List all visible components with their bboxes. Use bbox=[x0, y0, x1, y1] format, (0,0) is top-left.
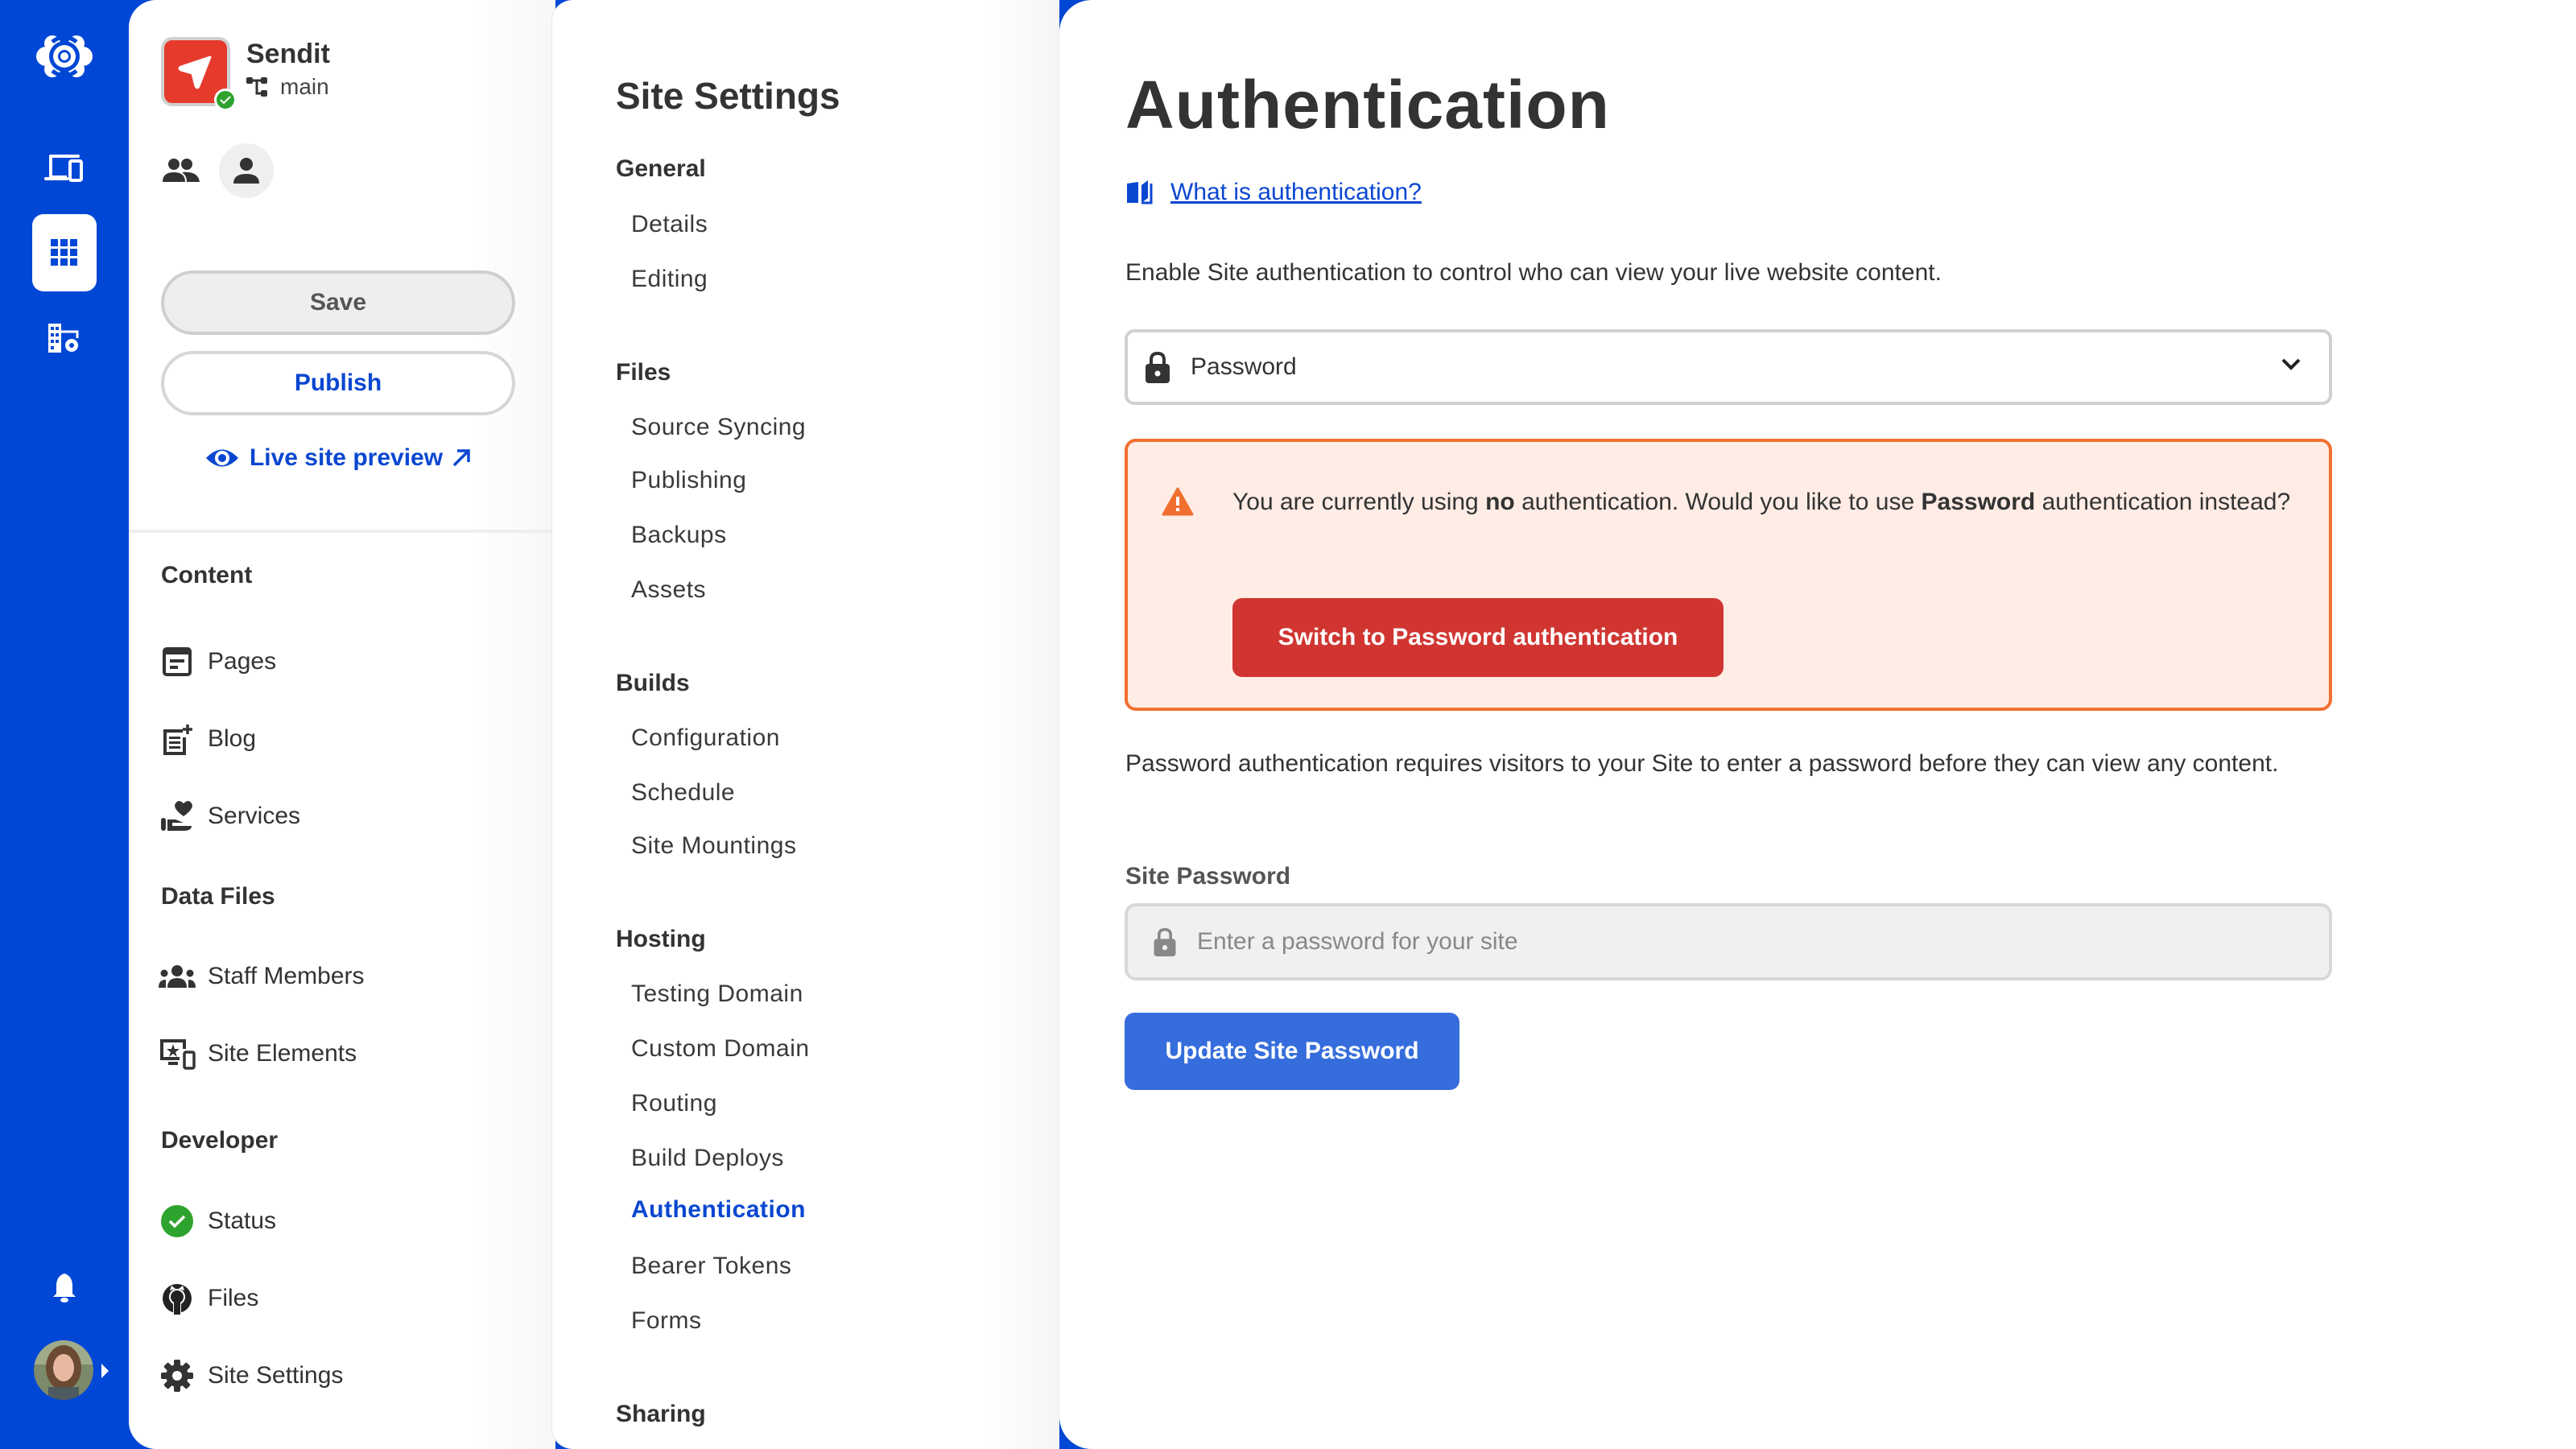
nav-item-site-settings[interactable]: Site Settings bbox=[158, 1356, 343, 1396]
auth-type-value: Password bbox=[1191, 353, 1297, 380]
site-sidebar: Sendit main Save Publish Live site previ… bbox=[129, 0, 555, 1449]
settings-item-forms[interactable]: Forms bbox=[631, 1307, 702, 1335]
site-status-badge bbox=[214, 89, 237, 111]
page-icon bbox=[163, 647, 192, 676]
settings-group-sharing: Sharing bbox=[616, 1401, 706, 1427]
person-icon bbox=[233, 158, 259, 184]
notifications-button[interactable] bbox=[32, 1256, 97, 1320]
settings-group-hosting: Hosting bbox=[616, 926, 706, 952]
settings-title: Site Settings bbox=[616, 75, 840, 117]
warning-icon bbox=[1162, 487, 1194, 516]
settings-group-builds: Builds bbox=[616, 670, 690, 696]
main-content: Authentication What is authentication? E… bbox=[1059, 0, 2576, 1449]
groups-icon bbox=[159, 965, 196, 988]
github-icon bbox=[163, 1284, 192, 1315]
site-password-field bbox=[1125, 903, 2332, 980]
nav-item-files[interactable]: Files bbox=[158, 1278, 258, 1319]
settings-item-details[interactable]: Details bbox=[631, 211, 708, 238]
section-developer: Developer bbox=[161, 1127, 279, 1154]
rail-sites-button[interactable] bbox=[32, 135, 97, 200]
external-link-icon bbox=[452, 449, 470, 467]
no-auth-warning: You are currently using no authenticatio… bbox=[1125, 439, 2332, 711]
settings-item-testing-domain[interactable]: Testing Domain bbox=[631, 980, 803, 1008]
nav-item-site-elements[interactable]: Site Elements bbox=[158, 1034, 357, 1074]
bell-icon bbox=[53, 1274, 76, 1302]
nav-item-blog[interactable]: Blog bbox=[158, 719, 256, 759]
rail-org-button[interactable] bbox=[32, 306, 97, 370]
book-icon bbox=[1127, 180, 1153, 204]
preview-label: Live site preview bbox=[249, 444, 444, 471]
site-header: Sendit main bbox=[161, 37, 330, 111]
live-site-preview-link[interactable]: Live site preview bbox=[161, 444, 515, 472]
team-button[interactable] bbox=[161, 151, 201, 191]
settings-item-site-mountings[interactable]: Site Mountings bbox=[631, 832, 796, 860]
site-password-input[interactable] bbox=[1197, 928, 2244, 956]
settings-item-custom-domain[interactable]: Custom Domain bbox=[631, 1035, 810, 1063]
settings-item-authentication[interactable]: Authentication bbox=[631, 1196, 806, 1224]
auth-type-select[interactable]: Password bbox=[1125, 329, 2332, 405]
app-rail bbox=[0, 0, 129, 1449]
volunteer-icon bbox=[161, 801, 192, 831]
section-data-files: Data Files bbox=[161, 883, 275, 910]
send-icon bbox=[178, 56, 212, 89]
settings-item-schedule[interactable]: Schedule bbox=[631, 779, 735, 807]
user-avatar[interactable] bbox=[34, 1340, 93, 1400]
app-logo[interactable] bbox=[32, 24, 97, 89]
check-icon bbox=[220, 96, 231, 105]
caret-right-icon bbox=[101, 1364, 109, 1378]
settings-item-editing[interactable]: Editing bbox=[631, 266, 708, 293]
rail-apps-button[interactable] bbox=[32, 214, 97, 291]
settings-group-files: Files bbox=[616, 359, 671, 386]
warning-text: You are currently using no authenticatio… bbox=[1232, 489, 2291, 515]
gear-icon bbox=[161, 1360, 193, 1392]
settings-item-assets[interactable]: Assets bbox=[631, 576, 706, 604]
check-circle-icon bbox=[161, 1205, 193, 1237]
publish-button[interactable]: Publish bbox=[161, 351, 515, 415]
nav-item-pages[interactable]: Pages bbox=[158, 642, 276, 682]
lock-icon bbox=[1146, 351, 1170, 383]
site-password-label: Site Password bbox=[1125, 863, 1291, 890]
settings-group-general: General bbox=[616, 155, 706, 182]
what-is-authentication-link[interactable]: What is authentication? bbox=[1170, 179, 1422, 206]
page-title: Authentication bbox=[1125, 67, 1610, 142]
settings-item-source-syncing[interactable]: Source Syncing bbox=[631, 414, 806, 441]
lock-icon bbox=[1154, 927, 1176, 956]
site-name: Sendit bbox=[246, 39, 330, 69]
people-icon bbox=[163, 159, 200, 182]
help-link-row: What is authentication? bbox=[1125, 179, 1422, 206]
site-settings-nav: Site Settings General Details Editing Fi… bbox=[552, 0, 1059, 1449]
branch-icon bbox=[246, 77, 267, 97]
post-add-icon bbox=[163, 724, 192, 755]
chevron-down-icon bbox=[2281, 358, 2301, 370]
eye-icon bbox=[205, 449, 238, 467]
user-button[interactable] bbox=[219, 143, 274, 198]
nav-item-services[interactable]: Services bbox=[158, 796, 300, 836]
site-logo[interactable] bbox=[161, 37, 237, 111]
settings-item-configuration[interactable]: Configuration bbox=[631, 724, 780, 752]
branch-selector[interactable]: main bbox=[246, 74, 330, 100]
devices-star-icon bbox=[160, 1039, 196, 1070]
devices-icon bbox=[44, 155, 83, 182]
nav-item-staff-members[interactable]: Staff Members bbox=[158, 956, 365, 997]
branch-name: main bbox=[280, 74, 329, 99]
password-description: Password authentication requires visitor… bbox=[1125, 750, 2279, 777]
cloudcannon-logo-icon bbox=[36, 35, 93, 78]
divider bbox=[129, 530, 555, 533]
grid-icon bbox=[51, 239, 77, 266]
building-settings-icon bbox=[48, 324, 79, 353]
nav-item-status[interactable]: Status bbox=[158, 1201, 276, 1241]
settings-item-build-deploys[interactable]: Build Deploys bbox=[631, 1145, 784, 1172]
settings-item-backups[interactable]: Backups bbox=[631, 522, 727, 549]
update-site-password-button[interactable]: Update Site Password bbox=[1125, 1013, 1459, 1090]
section-content: Content bbox=[161, 562, 253, 588]
save-button[interactable]: Save bbox=[161, 270, 515, 335]
switch-to-password-button[interactable]: Switch to Password authentication bbox=[1232, 598, 1724, 677]
intro-text: Enable Site authentication to control wh… bbox=[1125, 259, 1942, 286]
settings-item-bearer-tokens[interactable]: Bearer Tokens bbox=[631, 1253, 791, 1280]
settings-item-routing[interactable]: Routing bbox=[631, 1090, 717, 1117]
settings-item-publishing[interactable]: Publishing bbox=[631, 467, 746, 494]
